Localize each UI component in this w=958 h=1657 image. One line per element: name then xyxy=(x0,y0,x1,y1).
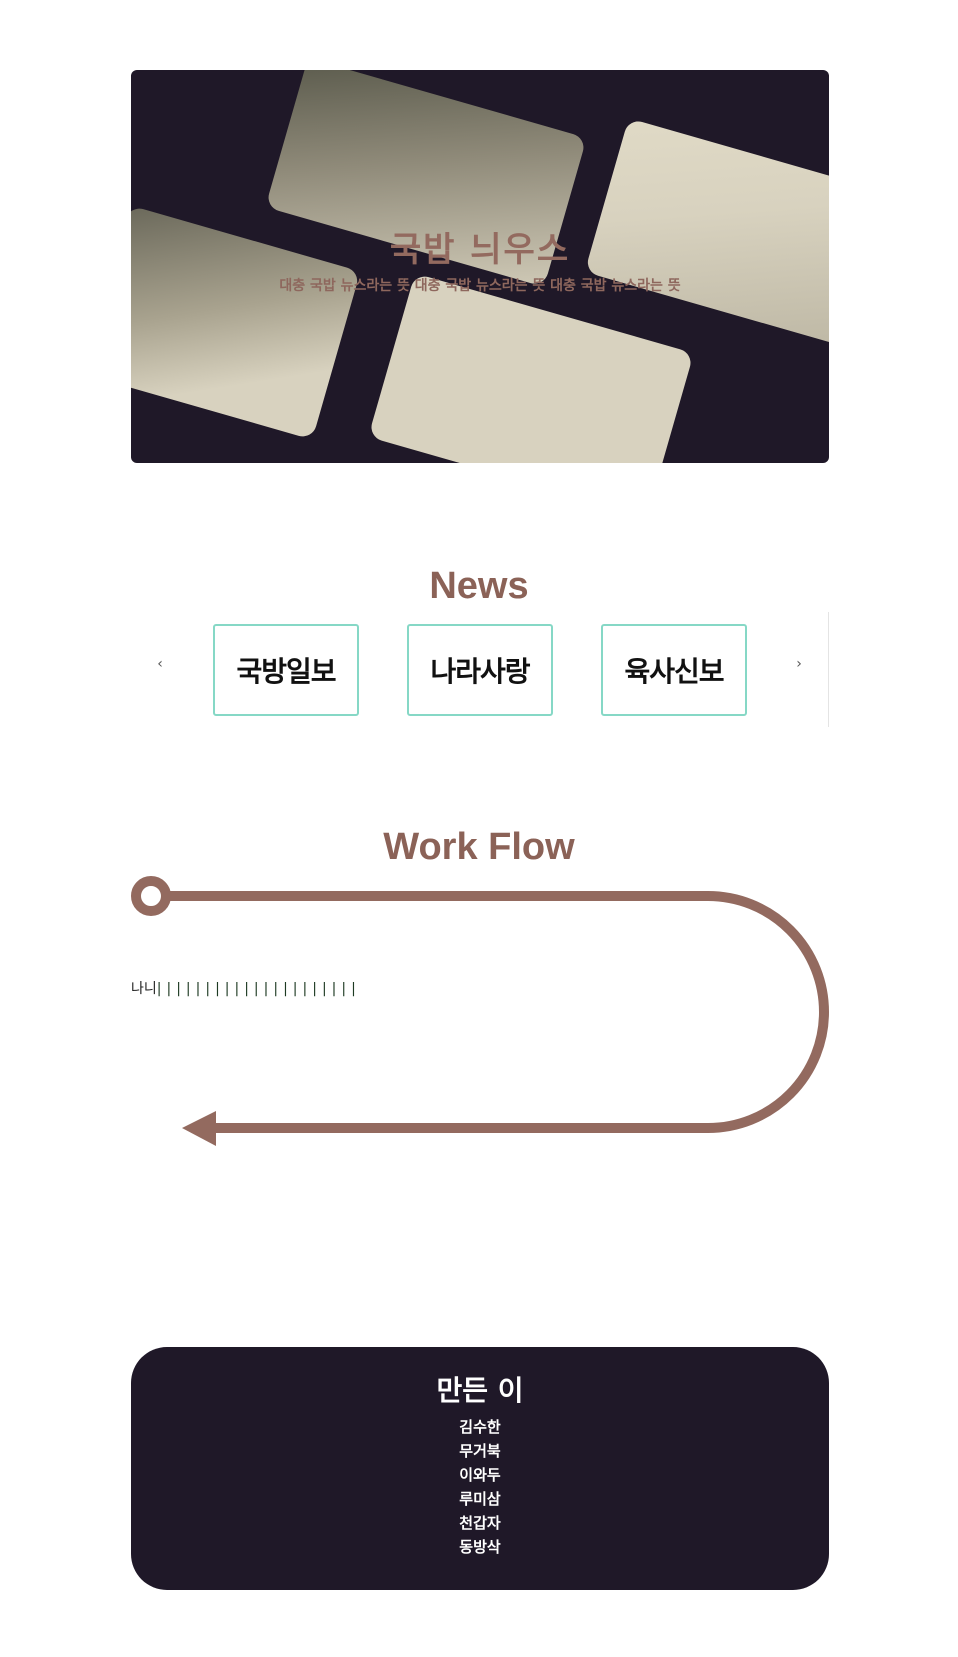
workflow-arrowhead xyxy=(182,1111,216,1146)
news-card-narasarang[interactable]: 나라사랑 xyxy=(407,624,553,716)
news-card-yuksa-sinbo[interactable]: 육사신보 xyxy=(601,624,747,716)
credits-list: 김수한 무거북 이와두 루미삼 천갑자 동방삭 xyxy=(131,1415,829,1559)
credit-member: 루미삼 xyxy=(459,1490,501,1508)
news-card-kookbang-ilbo[interactable]: 국방일보 xyxy=(213,624,359,716)
hero-card-decoration xyxy=(368,273,694,463)
hero-subtitle: 대충 국밥 뉴스라는 뜻 대충 국밥 뉴스라는 뜻 대충 국밥 뉴스라는 뜻 xyxy=(279,278,681,294)
credit-member: 김수한 xyxy=(459,1418,501,1436)
credits-footer: 만든 이 김수한 무거북 이와두 루미삼 천갑자 동방삭 xyxy=(131,1347,829,1590)
workflow-path-line xyxy=(161,891,829,1133)
workflow-step-bars: ||||||||||||||||||||| xyxy=(156,981,361,997)
news-section-title: News xyxy=(429,565,529,607)
credits-title: 만든 이 xyxy=(436,1374,524,1407)
hero-title: 국밥 늬우스 xyxy=(389,230,571,270)
workflow-section-title: Work Flow xyxy=(383,826,575,868)
carousel-prev-button[interactable]: ‹ xyxy=(148,652,172,676)
hero-banner: 국밥 늬우스 대충 국밥 뉴스라는 뜻 대충 국밥 뉴스라는 뜻 대충 국밥 뉴… xyxy=(131,70,829,463)
news-carousel: ‹ 국방일보 나라사랑 육사신보 › xyxy=(131,612,829,727)
credit-member: 무거북 xyxy=(459,1442,501,1460)
carousel-next-button[interactable]: › xyxy=(787,652,811,676)
workflow-start-circle xyxy=(131,876,171,916)
credit-member: 이와두 xyxy=(459,1466,501,1484)
workflow-step-prefix: 나니 xyxy=(131,981,157,997)
credit-member: 동방삭 xyxy=(459,1538,501,1556)
credit-member: 천갑자 xyxy=(459,1514,501,1532)
workflow-step-text: 나니||||||||||||||||||||| xyxy=(131,978,361,998)
